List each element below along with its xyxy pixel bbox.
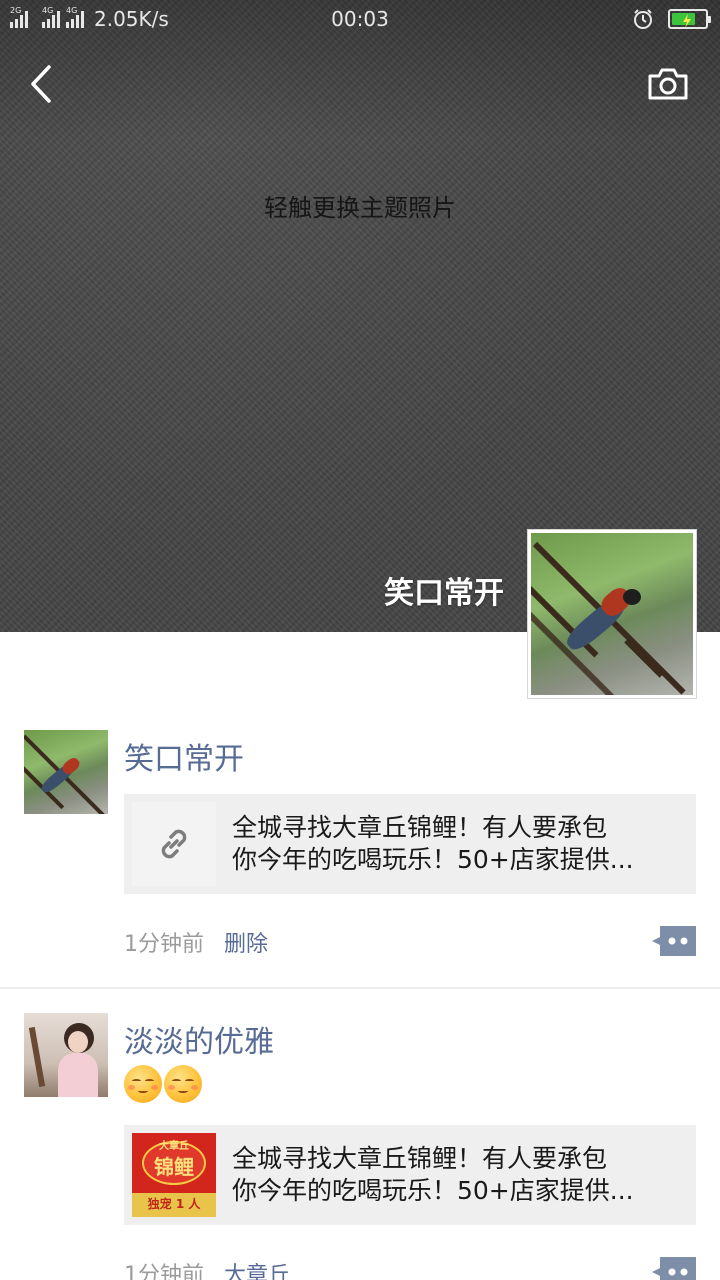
link-title: 全城寻找大章丘锦鲤！有人要承包 你今年的吃喝玩乐！50+店家提供... xyxy=(232,1144,634,1205)
post-avatar[interactable] xyxy=(24,730,108,814)
avatar-photo xyxy=(531,533,693,695)
moments-page: 2G 4G 4G 2.05K/s 00:03 轻触更换主题照片 笑口常开 笑口常… xyxy=(0,0,720,1280)
link-thumbnail: 大章丘 锦鲤 独宠 1 人 xyxy=(132,1133,216,1217)
post-meta: 1分钟前 删除 xyxy=(124,926,268,958)
post-author[interactable]: 笑口常开 xyxy=(124,734,244,778)
link-title: 全城寻找大章丘锦鲤！有人要承包 你今年的吃喝玩乐！50+店家提供... xyxy=(232,813,634,874)
post-divider xyxy=(0,987,720,989)
cover-user-name: 笑口常开 xyxy=(384,576,504,611)
comment-dots-icon xyxy=(652,926,696,956)
post-avatar[interactable] xyxy=(24,1013,108,1097)
link-icon xyxy=(161,829,187,859)
comment-button[interactable] xyxy=(652,926,696,956)
clock: 00:03 xyxy=(331,7,389,31)
post-location[interactable]: 大章丘 xyxy=(224,1257,290,1280)
alarm-clock-icon xyxy=(634,9,652,29)
post-time: 1分钟前 xyxy=(124,1263,204,1280)
shared-link-card[interactable]: 大章丘 锦鲤 独宠 1 人 全城寻找大章丘锦鲤！有人要承包 你今年的吃喝玩乐！5… xyxy=(124,1125,696,1225)
battery-charging-icon xyxy=(668,9,711,29)
back-button[interactable] xyxy=(18,58,64,110)
post-emojis xyxy=(124,1065,204,1103)
delete-button[interactable]: 删除 xyxy=(224,926,268,958)
blush-emoji-icon xyxy=(124,1065,162,1103)
post-time: 1分钟前 xyxy=(124,932,204,957)
status-bar: 2G 4G 4G 2.05K/s 00:03 xyxy=(0,0,720,38)
camera-icon xyxy=(648,68,688,100)
cover-avatar[interactable] xyxy=(528,530,696,698)
camera-button[interactable] xyxy=(644,62,692,106)
post-author[interactable]: 淡淡的优雅 xyxy=(124,1017,274,1061)
comment-button[interactable] xyxy=(652,1257,696,1280)
post-meta: 1分钟前 大章丘 xyxy=(124,1257,290,1280)
change-cover-hint[interactable]: 轻触更换主题照片 xyxy=(0,188,720,223)
thumb-label-main: 锦鲤 xyxy=(154,1155,194,1179)
thumb-label-top: 大章丘 xyxy=(159,1141,189,1152)
status-right xyxy=(632,7,711,31)
back-arrow-icon xyxy=(31,65,51,103)
shared-link-card[interactable]: 全城寻找大章丘锦鲤！有人要承包 你今年的吃喝玩乐！50+店家提供... xyxy=(124,794,696,894)
comment-dots-icon xyxy=(652,1257,696,1280)
link-thumbnail xyxy=(132,802,216,886)
blush-emoji-icon xyxy=(164,1065,202,1103)
thumb-label-bottom: 独宠 1 人 xyxy=(147,1197,201,1211)
